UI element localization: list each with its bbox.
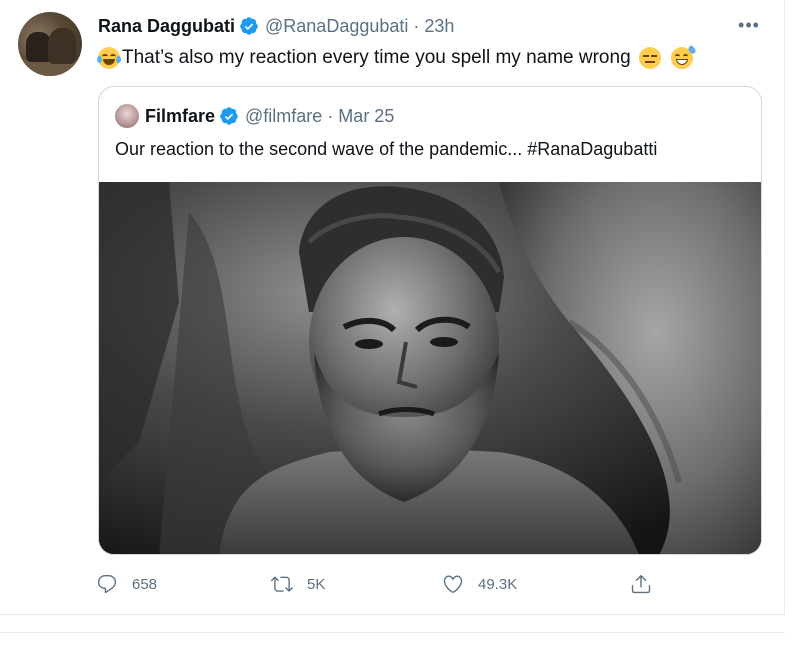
tweet-header: Rana Daggubati @RanaDaggubati · 23h — [98, 14, 454, 38]
reply-button[interactable]: 658 — [96, 570, 157, 598]
reply-icon — [97, 575, 117, 594]
divider — [0, 632, 785, 633]
verified-badge-icon — [220, 107, 238, 125]
face-with-tears-of-joy-icon — [97, 47, 121, 69]
author-name[interactable]: Rana Daggubati — [98, 16, 235, 37]
author-handle-time[interactable]: @RanaDaggubati · 23h — [265, 16, 454, 37]
retweet-count: 5K — [307, 575, 326, 593]
quoted-tweet-text: Our reaction to the second wave of the p… — [115, 139, 658, 159]
divider — [0, 614, 785, 615]
quoted-author-avatar — [115, 104, 139, 128]
tweet-text-content: That’s also my reaction every time you s… — [122, 47, 631, 68]
quoted-author-name: Filmfare — [145, 105, 216, 126]
author-avatar[interactable] — [18, 12, 82, 76]
retweet-button[interactable]: 5K — [271, 570, 325, 598]
like-icon — [443, 575, 463, 593]
quoted-tweet[interactable]: Filmfare @filmfare · Mar 25 Our reaction… — [98, 86, 762, 555]
verified-badge-icon — [240, 17, 258, 35]
share-icon — [631, 575, 651, 594]
more-icon[interactable]: ••• — [736, 14, 762, 36]
grinning-face-with-sweat-icon — [670, 45, 697, 69]
reply-count: 658 — [132, 575, 158, 593]
quoted-tweet-photo[interactable] — [99, 182, 761, 554]
quoted-author-handle-time: @filmfare · Mar 25 — [245, 105, 395, 126]
share-button[interactable] — [630, 570, 652, 598]
tweet-text: That’s also my reaction every time you s… — [97, 45, 697, 70]
tweet-actions: 658 5K 49.3K — [96, 570, 696, 598]
tweet-card[interactable]: Rana Daggubati @RanaDaggubati · 23h ••• … — [0, 0, 785, 614]
like-button[interactable]: 49.3K — [442, 570, 517, 598]
quoted-tweet-header: Filmfare @filmfare · Mar 25 — [115, 104, 395, 128]
photo-image — [99, 182, 761, 554]
like-count: 49.3K — [478, 575, 518, 593]
expressionless-face-icon — [638, 47, 661, 69]
retweet-icon — [271, 576, 293, 592]
